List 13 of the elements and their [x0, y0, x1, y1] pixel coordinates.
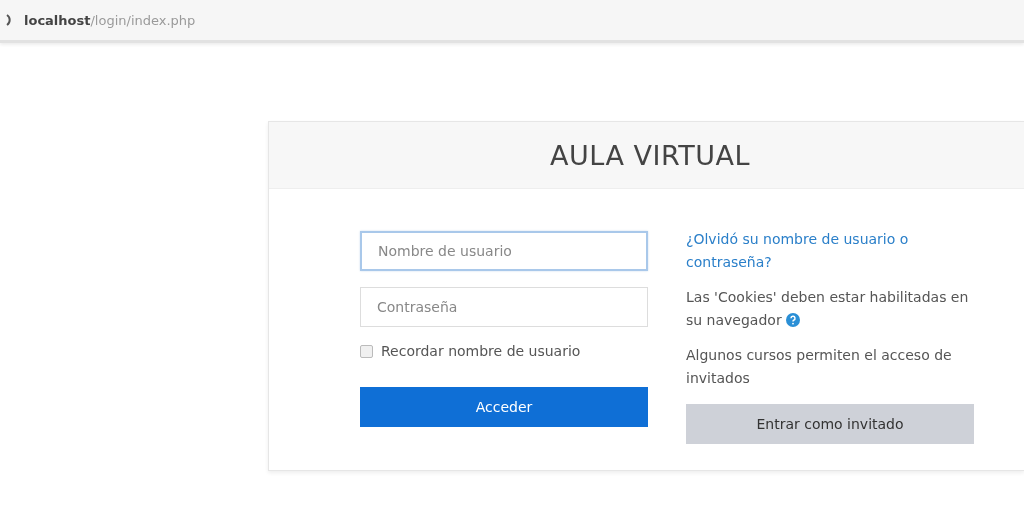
- password-field[interactable]: Contraseña: [360, 287, 648, 327]
- guest-login-button[interactable]: Entrar como invitado: [686, 404, 974, 444]
- site-title: AULA VIRTUAL: [550, 139, 750, 171]
- guest-note: Algunos cursos permiten el acceso de invitados: [686, 346, 953, 388]
- reload-icon[interactable]: [6, 14, 14, 26]
- remember-label: Recordar nombre de usuario: [381, 343, 581, 359]
- checkbox[interactable]: [360, 344, 373, 358]
- cookies-note: Las 'Cookies' deben estar habilitadas en su navegador: [686, 288, 970, 330]
- login-button[interactable]: Acceder: [360, 387, 648, 427]
- username-field[interactable]: Nombre de usuario: [360, 231, 648, 271]
- forgot-password-link[interactable]: ¿Olvidó su nombre de usuario o contraseña?: [686, 228, 974, 274]
- help-icon[interactable]: [785, 313, 800, 327]
- url-text[interactable]: localhost/login/index.php: [24, 12, 196, 28]
